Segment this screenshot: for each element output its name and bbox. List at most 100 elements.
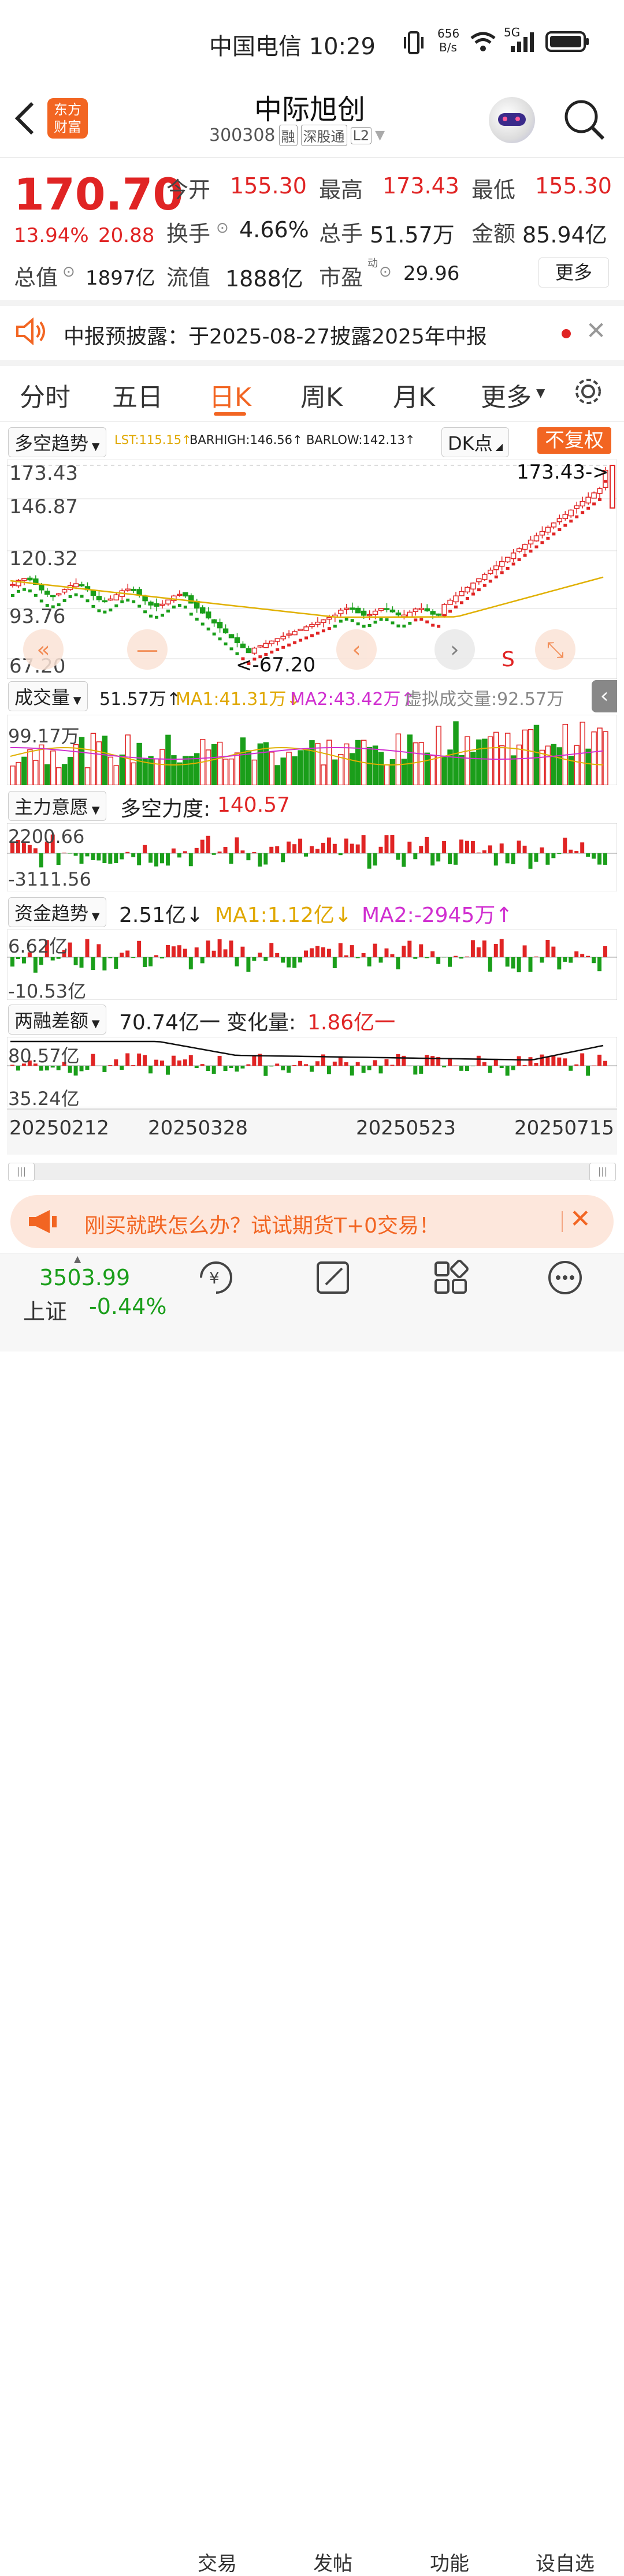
indicator-select[interactable]: 多空趋势 ▼ (8, 427, 106, 457)
scroll-left-handle[interactable]: ||| (8, 1163, 35, 1181)
zhuli-bar (154, 853, 158, 867)
trade-yen-icon[interactable]: ¥ (195, 1259, 238, 1296)
watchlist-dots-icon[interactable] (547, 1259, 584, 1296)
kline-trend-dot (132, 600, 135, 603)
ad-close-icon[interactable]: ✕ (570, 1204, 591, 1234)
zhuli-bar (310, 846, 314, 853)
function-grid-icon[interactable] (432, 1259, 469, 1296)
dk-point-button[interactable]: DK点 ◢ (441, 427, 509, 457)
kline-trend-dot (207, 628, 210, 630)
liangrong-bar (91, 1054, 95, 1066)
volume-bar (206, 750, 211, 785)
tab-more[interactable]: 更多 (481, 376, 532, 413)
zijin-bar (86, 939, 90, 957)
stock-name[interactable]: 中际旭创 (254, 87, 365, 127)
liangrong-bar (563, 1058, 567, 1066)
kline-trend-dot (523, 554, 527, 557)
kline-candle (385, 608, 389, 610)
scroll-right-handle[interactable]: ||| (589, 1163, 616, 1181)
volume-bar (333, 760, 337, 785)
zijin-select[interactable]: 资金趋势 ▼ (8, 897, 106, 927)
tab-rik[interactable]: 日K (209, 376, 251, 413)
zhuli-bar (385, 835, 389, 853)
tab-yuek[interactable]: 月K (393, 376, 435, 413)
nav-trade[interactable]: 交易 (171, 2548, 263, 2576)
kline-candle (506, 557, 510, 562)
tab-fenshi[interactable]: 分时 (20, 376, 70, 413)
kline-trend-dot (40, 599, 43, 602)
tab-wuri[interactable]: 五日 (112, 376, 163, 413)
carrier-time: 中国电信 10:29 (209, 28, 376, 61)
dropdown-caret-icon[interactable]: ▼ (375, 128, 385, 143)
post-edit-icon[interactable] (314, 1259, 351, 1296)
volume-value: 51.57万 (370, 217, 455, 249)
zijin-bar (137, 941, 141, 957)
volume-bar (339, 755, 343, 785)
tab-zhouk[interactable]: 周K (300, 376, 343, 413)
nav-post[interactable]: 发帖 (287, 2548, 379, 2576)
volume-bar (125, 735, 130, 785)
volume-bar (114, 766, 118, 785)
notice-close-icon[interactable]: ✕ (586, 316, 606, 345)
zijin-bar (551, 947, 555, 957)
liangrong-bar (586, 1066, 590, 1076)
index-name[interactable]: 上证 (23, 1294, 67, 1326)
kline-candle (339, 610, 343, 614)
nav-watchlist[interactable]: 设自选 (519, 2548, 611, 2576)
fuquan-button[interactable]: 不复权 (537, 427, 611, 454)
volume-bar (240, 738, 245, 785)
settings-gear-icon[interactable] (572, 375, 604, 408)
volume-bar (425, 753, 429, 785)
chart-fullscreen-button[interactable]: ⤡ (535, 629, 575, 670)
zhuli-bar (603, 853, 607, 865)
nav-function[interactable]: 功能 (403, 2548, 496, 2576)
index-value[interactable]: 3503.99 (39, 1265, 130, 1290)
volume-select[interactable]: 成交量 ▼ (8, 681, 88, 711)
kline-chart[interactable]: 173.43 146.87 120.32 93.76 67.20 173.43-… (7, 460, 617, 679)
logo-line2: 财富 (47, 118, 88, 136)
side-collapse-button[interactable]: ‹ (592, 680, 617, 712)
index-change[interactable]: -0.44% (89, 1294, 166, 1319)
search-icon[interactable] (563, 98, 606, 141)
kline-candle (574, 506, 579, 509)
robot-assistant-icon[interactable] (489, 97, 535, 143)
chart-zoom-out-button[interactable]: — (127, 629, 168, 670)
kline-trend-dot (518, 558, 521, 561)
zijin-chart: 6.62亿 -10.53亿 (7, 929, 617, 1000)
chart-back-button[interactable]: « (23, 629, 64, 670)
kline-trend-dot (75, 593, 78, 596)
range-scrollbar[interactable]: ||| ||| (8, 1163, 616, 1180)
zijin-bar (425, 957, 429, 958)
volume-bar (160, 749, 165, 785)
chart-prev-button[interactable]: ‹ (336, 629, 377, 670)
liangrong-value: 70.74亿一 (119, 1006, 220, 1036)
liangrong-bar (362, 1066, 366, 1073)
kline-candle (362, 611, 366, 615)
kline-trend-dot (506, 567, 510, 570)
zhuli-bar (430, 853, 434, 865)
zhuli-bar (529, 853, 533, 869)
kline-trend-dot (287, 644, 291, 647)
liangrong-bar (603, 1061, 607, 1066)
app-logo[interactable]: 东方 财富 (47, 98, 88, 139)
back-arrow-icon[interactable] (13, 101, 36, 136)
zhuli-bar (39, 853, 43, 867)
zhuli-bar (304, 853, 308, 857)
ad-banner[interactable]: 刚买就跌怎么办？试试期货T+0交易！ ✕ (10, 1195, 614, 1248)
chart-next-button[interactable]: › (434, 629, 475, 670)
zhuli-bar (459, 839, 463, 853)
liangrong-select[interactable]: 两融差额 ▼ (8, 1005, 106, 1035)
volume-bar (442, 756, 447, 785)
mcap-info-icon[interactable]: ⊙ (62, 263, 75, 281)
zhuli-select[interactable]: 主力意愿 ▼ (8, 791, 106, 821)
turnover-info-icon[interactable]: ⊙ (216, 219, 229, 237)
kline-trend-dot (230, 647, 233, 650)
notice-bar[interactable]: 中报预披露：于2025-08-27披露2025年中报 ✕ (0, 306, 624, 359)
more-button[interactable]: 更多 (538, 257, 609, 288)
volume-bar (148, 756, 153, 785)
zhuli-bar (321, 843, 325, 853)
pe-info-icon[interactable]: ⊙ (379, 263, 392, 281)
kline-candle (396, 613, 400, 615)
badge-rong: 融 (279, 125, 298, 146)
volume-bar (407, 735, 412, 785)
